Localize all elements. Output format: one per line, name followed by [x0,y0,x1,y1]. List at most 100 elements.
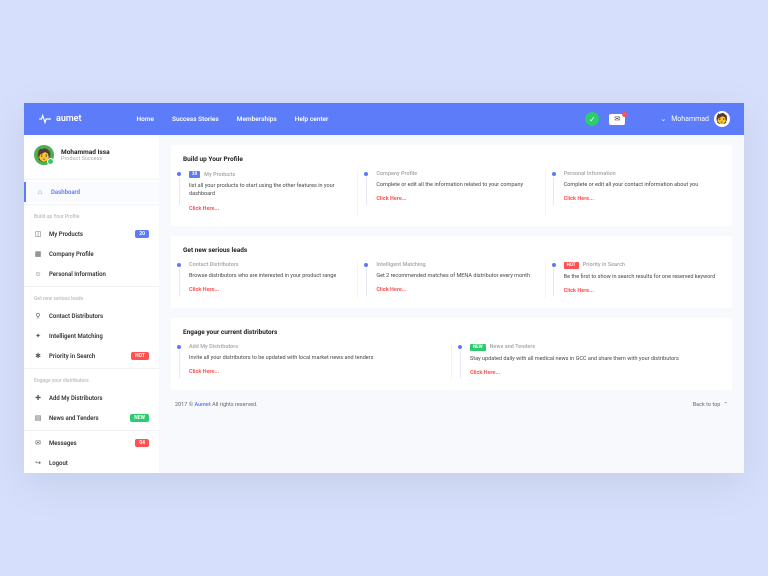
card-description: Complete or edit all the information rel… [376,181,532,189]
card-row: 20My Products list all your products to s… [171,171,732,226]
timeline-dot-icon [552,263,556,267]
card: Intelligent Matching Get 2 recommended ma… [358,262,545,298]
card-link[interactable]: Click Here... [376,287,532,293]
card: HOTPriority in Search Be the first to sho… [546,262,732,298]
mail-icon[interactable]: ✉ [609,114,625,125]
home-icon: ⌂ [36,188,44,196]
card-title: 20My Products [189,171,345,178]
sidebar-item-label: News and Tenders [49,415,123,422]
section-title: Build up Your Profile [171,145,732,171]
sidebar-item-add-distributors[interactable]: ✚ Add My Distributors [24,388,159,408]
sidebar-item-label: Dashboard [51,189,149,196]
card-link[interactable]: Click Here... [376,196,532,202]
avatar: 🧑 [714,111,730,127]
body: 🧑 Mohammad Issa Product Success ⌂ Dashbo… [24,135,744,473]
timeline-dot-icon [364,172,368,176]
profile-box: 🧑 Mohammad Issa Product Success [24,135,159,177]
sidebar-item-label: My Products [49,231,128,238]
card-description: list all your products to start using th… [189,182,345,199]
card: Company ProfileComplete or edit all the … [358,171,545,216]
timeline-dot-icon [177,172,181,176]
card-title: Intelligent Matching [376,262,532,268]
box-icon: ◫ [34,230,42,238]
sidebar: 🧑 Mohammad Issa Product Success ⌂ Dashbo… [24,135,159,473]
new-badge: NEW [130,414,149,422]
card: Contact Distributors Browse distributors … [171,262,358,298]
card-description: Stay updated daily with all medical news… [470,355,720,363]
hot-badge: HOT [131,352,149,360]
sidebar-item-news-tenders[interactable]: ▤ News and Tenders NEW [24,408,159,428]
sidebar-item-label: Logout [49,460,149,467]
card-description: Get 2 recommended matches of MENA distri… [376,272,532,280]
card-row: Contact Distributors Browse distributors … [171,262,732,308]
sidebar-item-messages[interactable]: ✉ Messages 04 [24,433,159,453]
back-to-top[interactable]: Back to top ⌃ [693,402,728,408]
user-name: Mohammad [671,115,709,123]
footer-rights: All rights reserved. [212,402,257,408]
sidebar-group-profile: Build up Your Profile [24,207,159,224]
logo[interactable]: aumet [38,112,82,126]
sidebar-item-label: Add My Distributors [49,395,149,402]
card-link[interactable]: Click Here... [564,288,720,294]
section-title: Engage your current distributors [171,318,732,344]
card-description: Invite all your distributors to be updat… [189,354,439,362]
card-link[interactable]: Click Here... [189,369,439,375]
sidebar-item-my-products[interactable]: ◫ My Products 20 [24,224,159,244]
card-title: Add My Distributors [189,344,439,350]
card-link[interactable]: Click Here... [564,196,720,202]
chevron-down-icon: ⌄ [660,115,666,123]
sidebar-item-priority-search[interactable]: ✱ Priority in Search HOT [24,346,159,366]
card-badge: NEW [470,344,486,351]
sidebar-item-dashboard[interactable]: ⌂ Dashboard [24,182,159,202]
timeline-dot-icon [177,345,181,349]
card-title: HOTPriority in Search [564,262,720,269]
topbar-right: ✓ ✉ ⌄ Mohammad 🧑 [585,111,730,127]
card: 20My Products list all your products to s… [171,171,358,216]
nav-memberships[interactable]: Memberships [237,115,277,123]
nav-help-center[interactable]: Help center [295,115,329,123]
bulb-icon: ✦ [34,332,42,340]
sidebar-group-engage: Engage your distributors [24,371,159,388]
card: Add My Distributors Invite all your distr… [171,344,452,380]
timeline-dot-icon [364,263,368,267]
doc-icon: ▤ [34,414,42,422]
timeline-dot-icon [552,172,556,176]
app-window: aumet Home Success Stories Memberships H… [24,103,744,473]
plus-icon: ✚ [34,394,42,402]
card-title: NEWNews and Tenders [470,344,720,351]
topbar: aumet Home Success Stories Memberships H… [24,103,744,135]
brand-text: aumet [56,114,82,124]
logo-icon [38,112,52,126]
card-description: Browse distributors who are interested i… [189,272,345,280]
profile-role: Product Success [61,156,110,162]
sidebar-item-company-profile[interactable]: ▦ Company Profile [24,244,159,264]
main-content: Build up Your Profile20My Products list a… [159,135,744,473]
sidebar-item-logout[interactable]: ↪ Logout [24,453,159,473]
footer: 2017 © Aumet All rights reserved. Back t… [159,390,744,420]
card-link[interactable]: Click Here... [470,370,720,376]
search-icon: ⚲ [34,312,42,320]
card-description: Be the first to show in search results f… [564,273,720,281]
nav-success-stories[interactable]: Success Stories [172,115,219,123]
sidebar-item-label: Priority in Search [49,353,124,360]
sidebar-item-contact-distributors[interactable]: ⚲ Contact Distributors [24,306,159,326]
profile-name: Mohammad Issa [61,148,110,156]
card-link[interactable]: Click Here... [189,287,345,293]
sidebar-item-personal-info[interactable]: ☺ Personal Information [24,264,159,284]
card-badge: 20 [189,171,200,178]
timeline-dot-icon [177,263,181,267]
card-title: Contact Distributors [189,262,345,268]
nav-home[interactable]: Home [137,115,154,123]
sidebar-item-label: Messages [49,440,128,447]
user-menu[interactable]: ⌄ Mohammad 🧑 [660,111,730,127]
status-icon[interactable]: ✓ [585,112,599,126]
card-description: Complete or edit all your contact inform… [564,181,720,189]
card: NEWNews and Tenders Stay updated daily wi… [452,344,732,380]
sidebar-item-intelligent-matching[interactable]: ✦ Intelligent Matching [24,326,159,346]
sidebar-item-label: Contact Distributors [49,313,149,320]
card: Personal InformationComplete or edit all… [546,171,732,216]
card-link[interactable]: Click Here... [189,206,345,212]
card-badge: HOT [564,262,579,269]
card-row: Add My Distributors Invite all your distr… [171,344,732,390]
sidebar-item-label: Personal Information [49,271,149,278]
